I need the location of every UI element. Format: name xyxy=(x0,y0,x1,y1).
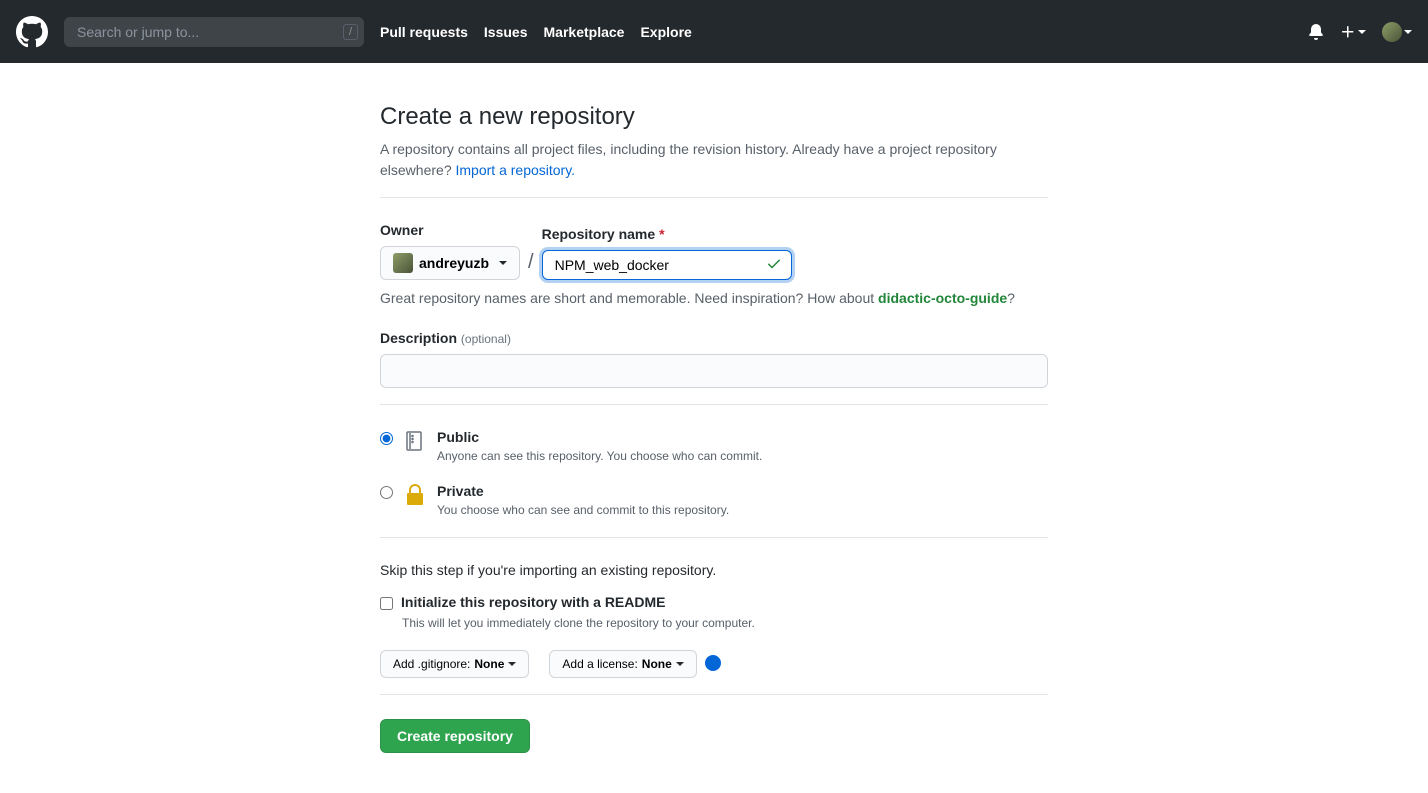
caret-down-icon xyxy=(508,662,516,666)
nav-issues[interactable]: Issues xyxy=(484,24,528,40)
header-right xyxy=(1308,22,1412,42)
gitignore-prefix: Add .gitignore: xyxy=(393,657,470,671)
repo-name-field: Repository name * xyxy=(542,226,792,280)
gitignore-value: None xyxy=(474,657,504,671)
divider xyxy=(380,537,1048,538)
valid-check-icon xyxy=(766,256,782,275)
slash-shortcut-hint: / xyxy=(343,24,358,40)
repo-icon xyxy=(403,429,427,453)
repo-name-input-wrap xyxy=(542,250,792,280)
public-radio[interactable] xyxy=(380,432,393,445)
import-repository-link[interactable]: Import a repository. xyxy=(456,162,576,178)
owner-slash-separator: / xyxy=(528,251,534,280)
create-new-dropdown[interactable] xyxy=(1340,24,1366,40)
description-field: Description (optional) xyxy=(380,330,1048,388)
nav-marketplace[interactable]: Marketplace xyxy=(544,24,625,40)
public-text: Public Anyone can see this repository. Y… xyxy=(437,429,762,463)
gitignore-dropdown[interactable]: Add .gitignore: None xyxy=(380,650,529,678)
license-dropdown[interactable]: Add a license: None xyxy=(549,650,696,678)
visibility-private-row: Private You choose who can see and commi… xyxy=(380,483,1048,517)
owner-name: andreyuzb xyxy=(419,255,489,271)
github-logo[interactable] xyxy=(16,16,48,48)
license-value: None xyxy=(642,657,672,671)
create-repository-button[interactable]: Create repository xyxy=(380,719,530,753)
required-asterisk: * xyxy=(659,226,664,242)
readme-subtext: This will let you immediately clone the … xyxy=(402,616,1048,630)
divider xyxy=(380,694,1048,695)
owner-name-row: Owner andreyuzb / Repository name * xyxy=(380,222,1048,280)
divider xyxy=(380,197,1048,198)
name-hint: Great repository names are short and mem… xyxy=(380,290,1048,306)
public-subtitle: Anyone can see this repository. You choo… xyxy=(437,449,762,463)
search-input[interactable] xyxy=(64,17,364,47)
page-subtitle: A repository contains all project files,… xyxy=(380,139,1048,181)
license-group: Add a license: None xyxy=(549,650,720,678)
owner-select-dropdown[interactable]: andreyuzb xyxy=(380,246,520,280)
hint-question-mark: ? xyxy=(1007,290,1015,306)
lock-icon xyxy=(403,483,427,507)
repo-name-label-text: Repository name xyxy=(542,226,656,242)
license-prefix: Add a license: xyxy=(562,657,637,671)
nav-explore[interactable]: Explore xyxy=(640,24,691,40)
main-content: Create a new repository A repository con… xyxy=(364,103,1064,753)
private-subtitle: You choose who can see and commit to thi… xyxy=(437,503,729,517)
divider xyxy=(380,404,1048,405)
repo-name-label: Repository name * xyxy=(542,226,792,242)
primary-nav: Pull requests Issues Marketplace Explore xyxy=(380,24,692,40)
repo-name-input[interactable] xyxy=(542,250,792,280)
description-label-text: Description xyxy=(380,330,457,346)
skip-import-text: Skip this step if you're importing an ex… xyxy=(380,562,1048,578)
readme-label: Initialize this repository with a README xyxy=(401,594,665,610)
search-container: / xyxy=(64,17,364,47)
visibility-public-row: Public Anyone can see this repository. Y… xyxy=(380,429,1048,463)
readme-checkbox[interactable] xyxy=(380,597,393,610)
user-menu-dropdown[interactable] xyxy=(1382,22,1412,42)
caret-down-icon xyxy=(676,662,684,666)
description-label: Description (optional) xyxy=(380,330,1048,346)
global-header: / Pull requests Issues Marketplace Explo… xyxy=(0,0,1428,63)
hint-text: Great repository names are short and mem… xyxy=(380,290,878,306)
private-radio[interactable] xyxy=(380,486,393,499)
owner-label: Owner xyxy=(380,222,520,238)
owner-avatar xyxy=(393,253,413,273)
template-dropdowns-row: Add .gitignore: None Add a license: None xyxy=(380,650,1048,678)
page-title: Create a new repository xyxy=(380,103,1048,131)
readme-checkbox-row: Initialize this repository with a README xyxy=(380,594,1048,610)
name-suggestion-link[interactable]: didactic-octo-guide xyxy=(878,290,1007,306)
optional-tag: (optional) xyxy=(461,332,511,346)
private-title: Private xyxy=(437,483,729,499)
user-avatar xyxy=(1382,22,1402,42)
nav-pull-requests[interactable]: Pull requests xyxy=(380,24,468,40)
license-info-icon[interactable] xyxy=(705,655,721,674)
owner-field: Owner andreyuzb xyxy=(380,222,520,280)
notifications-icon[interactable] xyxy=(1308,24,1324,40)
public-title: Public xyxy=(437,429,762,445)
description-input[interactable] xyxy=(380,354,1048,388)
private-text: Private You choose who can see and commi… xyxy=(437,483,729,517)
caret-down-icon xyxy=(499,261,507,265)
